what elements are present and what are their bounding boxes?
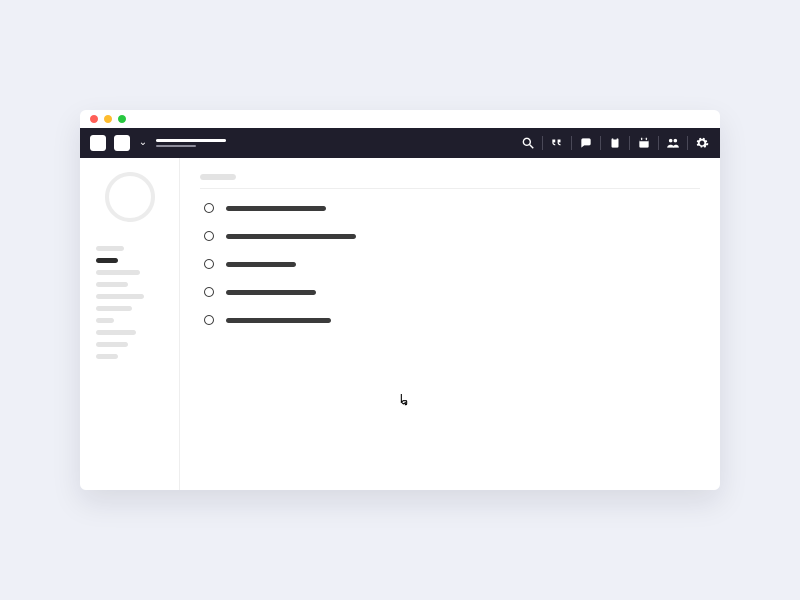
todo-label-2	[226, 262, 296, 267]
todo-checkbox-1[interactable]	[204, 231, 214, 241]
sidebar-item-2[interactable]	[96, 270, 140, 275]
todo-checkbox-2[interactable]	[204, 259, 214, 269]
page-title	[200, 174, 236, 180]
view-toggle-1[interactable]	[90, 135, 106, 151]
todo-row-3	[204, 287, 700, 297]
close-window-button[interactable]	[90, 115, 98, 123]
todo-label-1	[226, 234, 356, 239]
sidebar-item-3[interactable]	[96, 282, 128, 287]
search-icon[interactable]	[520, 135, 536, 151]
sidebar-item-8[interactable]	[96, 342, 128, 347]
todo-label-0	[226, 206, 326, 211]
todo-row-1	[204, 231, 700, 241]
window-titlebar	[80, 110, 720, 128]
minimize-window-button[interactable]	[104, 115, 112, 123]
todo-label-3	[226, 290, 316, 295]
sidebar-item-4[interactable]	[96, 294, 144, 299]
todo-row-4	[204, 315, 700, 325]
todo-row-0	[204, 203, 700, 213]
todo-label-4	[226, 318, 331, 323]
toolbar: ⌄	[80, 128, 720, 158]
quote-icon[interactable]	[549, 135, 565, 151]
view-toggle-2[interactable]	[114, 135, 130, 151]
people-icon[interactable]	[665, 135, 681, 151]
sidebar-item-0[interactable]	[96, 246, 124, 251]
sidebar-item-9[interactable]	[96, 354, 118, 359]
sidebar-item-1[interactable]	[96, 258, 118, 263]
todo-checkbox-3[interactable]	[204, 287, 214, 297]
sidebar-item-5[interactable]	[96, 306, 132, 311]
todo-list	[200, 203, 700, 325]
calendar-icon[interactable]	[636, 135, 652, 151]
chat-icon[interactable]	[578, 135, 594, 151]
sidebar	[80, 158, 180, 490]
clipboard-icon[interactable]	[607, 135, 623, 151]
toolbar-title	[156, 139, 226, 147]
main-content	[180, 158, 720, 490]
todo-checkbox-0[interactable]	[204, 203, 214, 213]
sidebar-item-6[interactable]	[96, 318, 114, 323]
title-line-1	[156, 139, 226, 142]
chevron-down-icon[interactable]: ⌄	[138, 138, 148, 148]
settings-icon[interactable]	[694, 135, 710, 151]
avatar[interactable]	[105, 172, 155, 222]
toolbar-actions	[520, 135, 710, 151]
todo-checkbox-4[interactable]	[204, 315, 214, 325]
app-window: ⌄	[80, 110, 720, 490]
sidebar-item-7[interactable]	[96, 330, 136, 335]
title-line-2	[156, 145, 196, 147]
sidebar-nav	[92, 246, 167, 359]
zoom-window-button[interactable]	[118, 115, 126, 123]
divider	[200, 188, 700, 189]
todo-row-2	[204, 259, 700, 269]
